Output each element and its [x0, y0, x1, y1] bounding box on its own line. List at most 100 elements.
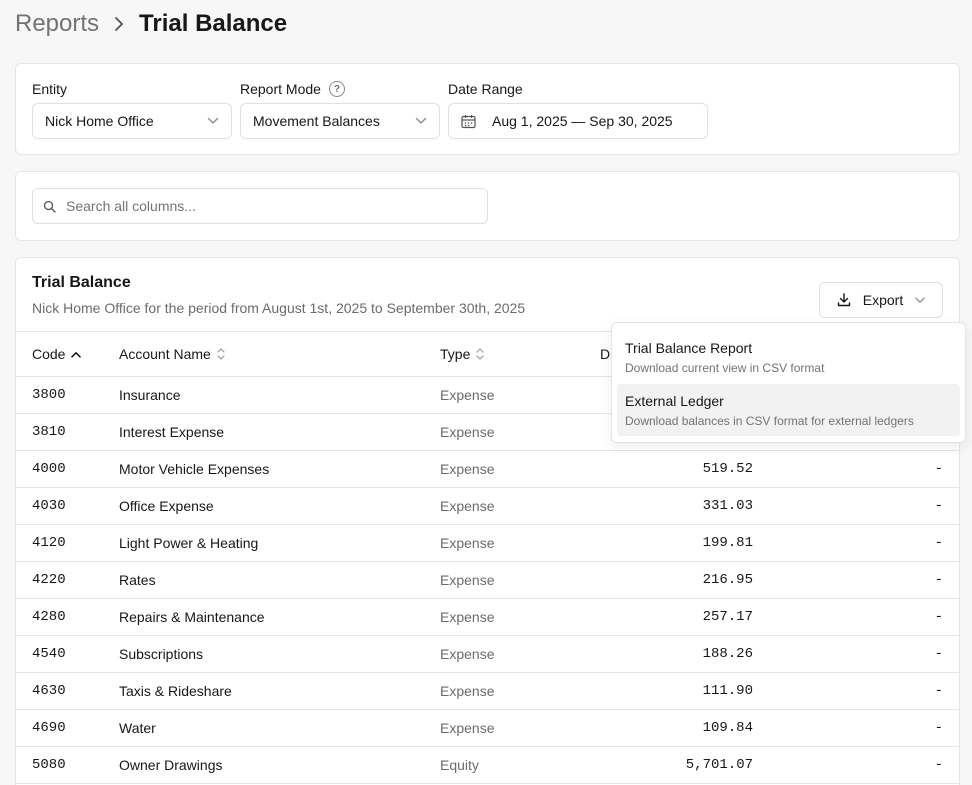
- search-card: Search all columns...: [15, 171, 960, 241]
- cell-account: Rates: [119, 572, 156, 588]
- calendar-icon: [461, 114, 476, 129]
- date-range-field: Date Range Aug 1, 2025 — Sep 30, 2025: [448, 79, 708, 139]
- cell-account: Taxis & Rideshare: [119, 683, 232, 699]
- entity-field: Entity Nick Home Office: [32, 79, 232, 139]
- table-row[interactable]: 4220 Rates Expense 216.95 -: [16, 562, 959, 599]
- export-button[interactable]: Export: [819, 282, 943, 318]
- cell-type: Expense: [440, 498, 495, 514]
- report-mode-select[interactable]: Movement Balances: [240, 103, 440, 139]
- search-icon: [43, 200, 56, 213]
- report-mode-value: Movement Balances: [253, 113, 380, 129]
- cell-account: Interest Expense: [119, 424, 225, 440]
- cell-code: 4690: [32, 720, 66, 736]
- chevron-down-icon: [915, 297, 925, 304]
- column-header-code[interactable]: Code: [32, 332, 82, 376]
- cell-type: Expense: [440, 535, 495, 551]
- cell-debit: 331.03: [702, 498, 753, 514]
- sort-icon: [217, 348, 225, 360]
- cell-account: Motor Vehicle Expenses: [119, 461, 270, 477]
- table-row[interactable]: 4280 Repairs & Maintenance Expense 257.17 -: [16, 599, 959, 636]
- entity-value: Nick Home Office: [45, 113, 154, 129]
- report-mode-label-text: Report Mode: [240, 81, 321, 97]
- export-menu-item-desc: Download balances in CSV format for exte…: [625, 414, 914, 428]
- cell-credit: -: [934, 572, 943, 588]
- entity-label: Entity: [32, 81, 68, 97]
- chevron-down-icon: [415, 117, 427, 125]
- cell-debit: 109.84: [702, 720, 753, 736]
- cell-debit: 111.90: [702, 683, 753, 699]
- filters-card: Entity Nick Home Office Report Mode ? Mo…: [15, 63, 960, 155]
- cell-credit: -: [934, 498, 943, 514]
- table-row[interactable]: 4120 Light Power & Heating Expense 199.81 -: [16, 525, 959, 562]
- table-row[interactable]: 4030 Office Expense Expense 331.03 -: [16, 488, 959, 525]
- report-subtitle: Nick Home Office for the period from Aug…: [32, 300, 526, 316]
- breadcrumb-reports-link[interactable]: Reports: [15, 10, 99, 38]
- export-label: Export: [862, 292, 904, 308]
- table-row[interactable]: 5080 Owner Drawings Equity 5,701.07 -: [16, 747, 959, 784]
- cell-credit: -: [934, 646, 943, 662]
- date-range-label: Date Range: [448, 81, 523, 97]
- cell-debit: 5,701.07: [685, 757, 753, 773]
- cell-type: Expense: [440, 609, 495, 625]
- page-title: Trial Balance: [139, 10, 288, 37]
- sort-icon: [476, 348, 484, 360]
- cell-credit: -: [934, 609, 943, 625]
- cell-code: 5080: [32, 757, 66, 773]
- cell-debit: 216.95: [702, 572, 753, 588]
- cell-type: Equity: [440, 757, 479, 773]
- cell-credit: -: [934, 683, 943, 699]
- cell-type: Expense: [440, 461, 495, 477]
- date-range-value: Aug 1, 2025 — Sep 30, 2025: [492, 113, 673, 129]
- column-header-account[interactable]: Account Name: [119, 332, 225, 376]
- cell-code: 4220: [32, 572, 66, 588]
- help-circle-icon[interactable]: ?: [328, 81, 345, 97]
- export-menu-item-trial-balance-report[interactable]: Trial Balance Report Download current vi…: [617, 331, 960, 383]
- cell-credit: -: [934, 720, 943, 736]
- column-header-type[interactable]: Type: [440, 332, 484, 376]
- cell-debit: 257.17: [702, 609, 753, 625]
- breadcrumb: Reports Trial Balance: [15, 8, 287, 40]
- cell-code: 4630: [32, 683, 66, 699]
- cell-account: Office Expense: [119, 498, 214, 514]
- cell-type: Expense: [440, 387, 495, 403]
- report-title: Trial Balance: [32, 274, 131, 291]
- cell-code: 4030: [32, 498, 66, 514]
- search-input[interactable]: Search all columns...: [32, 188, 488, 224]
- cell-code: 3810: [32, 424, 66, 440]
- cell-code: 3800: [32, 387, 66, 403]
- entity-select[interactable]: Nick Home Office: [32, 103, 232, 139]
- cell-account: Insurance: [119, 387, 181, 403]
- column-header-debit-label: D: [600, 346, 611, 362]
- column-header-type-label: Type: [440, 346, 471, 362]
- search-placeholder: Search all columns...: [66, 198, 196, 214]
- table-row[interactable]: 4690 Water Expense 109.84 -: [16, 710, 959, 747]
- cell-code: 4540: [32, 646, 66, 662]
- chevron-down-icon: [207, 117, 219, 125]
- cell-type: Expense: [440, 572, 495, 588]
- cell-type: Expense: [440, 424, 495, 440]
- cell-code: 4000: [32, 461, 66, 477]
- cell-debit: 199.81: [702, 535, 753, 551]
- date-range-picker[interactable]: Aug 1, 2025 — Sep 30, 2025: [448, 103, 708, 139]
- export-menu: Trial Balance Report Download current vi…: [611, 322, 966, 443]
- cell-credit: -: [934, 461, 943, 477]
- export-menu-item-external-ledger[interactable]: External Ledger Download balances in CSV…: [617, 384, 960, 436]
- report-mode-label: Report Mode ?: [240, 79, 440, 99]
- cell-credit: -: [934, 757, 943, 773]
- cell-credit: -: [934, 535, 943, 551]
- cell-account: Owner Drawings: [119, 757, 223, 773]
- cell-account: Subscriptions: [119, 646, 204, 662]
- cell-code: 4120: [32, 535, 66, 551]
- cell-code: 4280: [32, 609, 66, 625]
- cell-type: Expense: [440, 720, 495, 736]
- table-row[interactable]: 4540 Subscriptions Expense 188.26 -: [16, 636, 959, 673]
- cell-account: Water: [119, 720, 156, 736]
- column-header-debit[interactable]: D: [600, 332, 610, 376]
- export-menu-item-title: External Ledger: [625, 393, 724, 409]
- table-row[interactable]: 4000 Motor Vehicle Expenses Expense 519.52 -: [16, 451, 959, 488]
- export-menu-item-desc: Download current view in CSV format: [625, 361, 825, 375]
- arrow-up-icon: [71, 351, 82, 358]
- chevron-right-icon: [113, 17, 125, 31]
- table-row[interactable]: 4630 Taxis & Rideshare Expense 111.90 -: [16, 673, 959, 710]
- cell-account: Repairs & Maintenance: [119, 609, 265, 625]
